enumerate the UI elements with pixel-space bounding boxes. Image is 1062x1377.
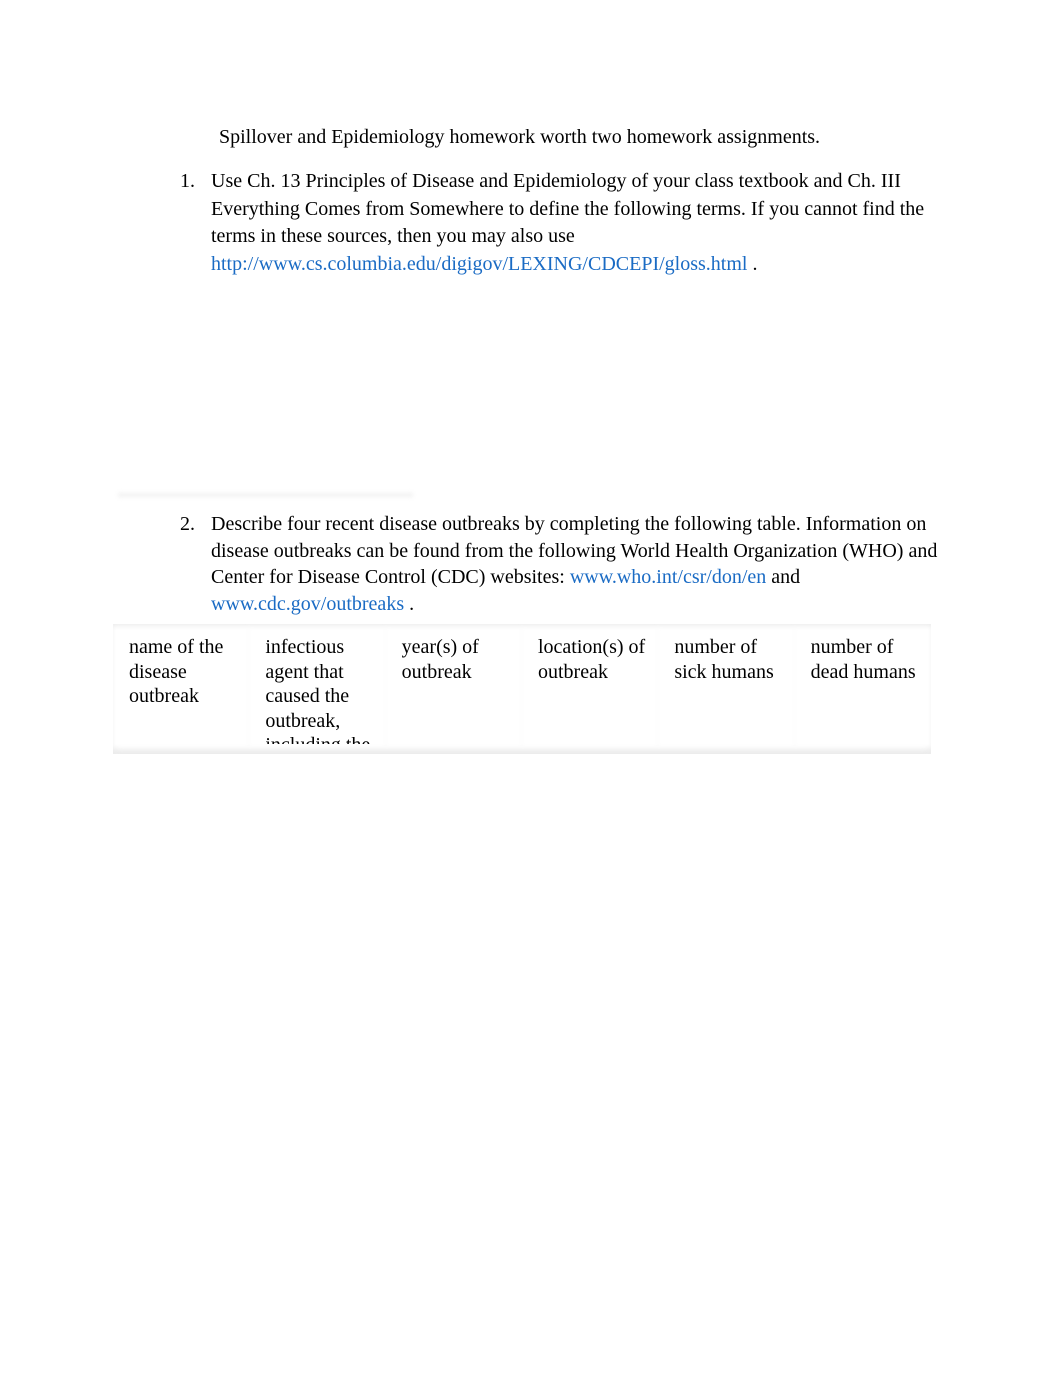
table-header-cell: location(s) of outbreak	[524, 630, 656, 744]
table-header-cell: number of dead humans	[797, 630, 928, 744]
connector-text: and	[766, 566, 801, 588]
who-link[interactable]: www.who.int/csr/don/en	[570, 566, 766, 588]
glossary-link[interactable]: http://www.cs.columbia.edu/digigov/LEXIN…	[211, 253, 747, 275]
outbreak-table: name of the disease outbreak infectious …	[113, 624, 931, 754]
question-number: 2.	[180, 513, 195, 535]
cdc-link[interactable]: www.cdc.gov/outbreaks	[211, 593, 404, 615]
table-header-cell: year(s) of outbreak	[388, 630, 519, 744]
punctuation: .	[747, 252, 758, 275]
table-header-cell: infectious agent that caused the outbrea…	[252, 630, 383, 744]
question-text: Use Ch. 13 Principles of Disease and Epi…	[211, 170, 925, 247]
blurred-divider	[118, 492, 413, 498]
punctuation: .	[404, 592, 415, 615]
question-number: 1.	[180, 170, 195, 192]
document-title: Spillover and Epidemiology homework wort…	[219, 126, 821, 148]
question-1: 1. Use Ch. 13 Principles of Disease and …	[180, 168, 940, 278]
table-header-cell: name of the disease outbreak	[116, 630, 247, 744]
question-2: 2. Describe four recent disease outbreak…	[180, 511, 940, 617]
table-header-cell: number of sick humans	[661, 630, 792, 744]
